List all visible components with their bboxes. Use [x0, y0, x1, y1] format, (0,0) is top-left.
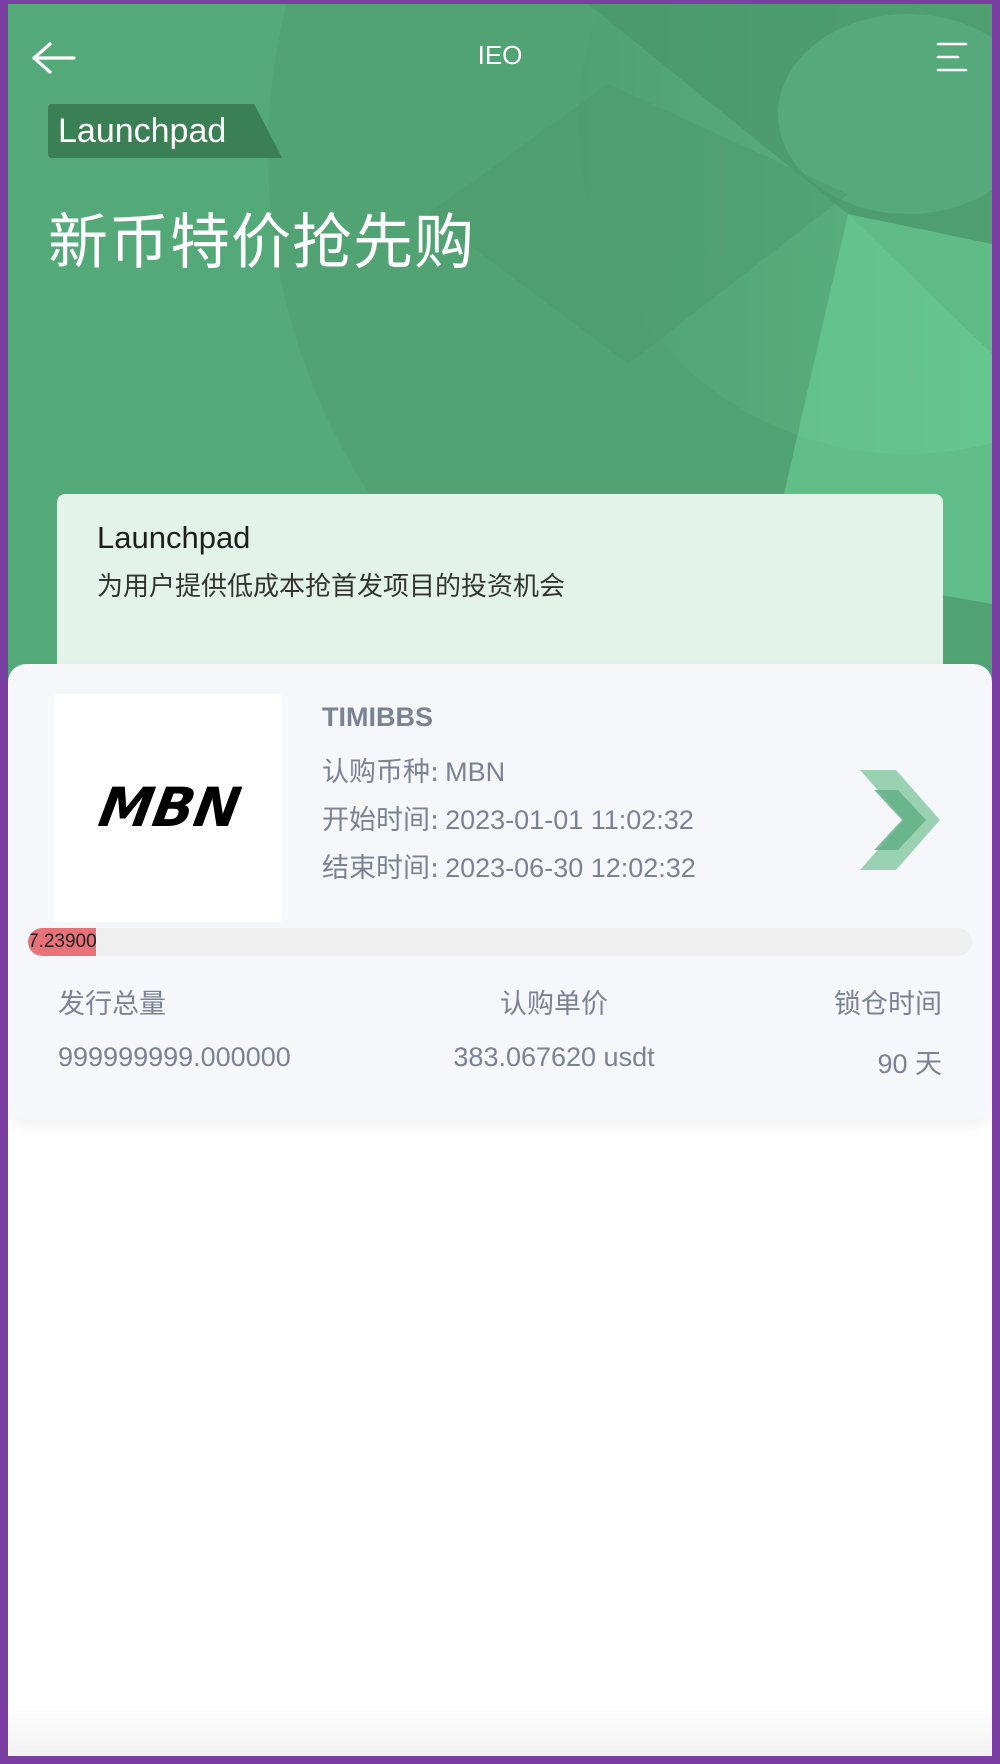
info-row-end-time: 结束时间: 2023-06-30 12:02:32 [322, 846, 696, 885]
info-value: 2023-06-30 12:02:32 [445, 853, 696, 883]
project-logo: MBN [54, 694, 282, 922]
stat-value-lock-period: 90 天 [877, 1049, 942, 1079]
page-title: IEO [477, 40, 523, 70]
info-label: 认购币种: [322, 757, 440, 788]
svg-text:MBN: MBN [94, 775, 245, 839]
mbn-logo-image: MBN [94, 775, 245, 839]
project-name: TIMIBBS [322, 702, 433, 732]
info-value: MBN [445, 757, 506, 787]
launchpad-tag: Launchpad [48, 104, 283, 158]
menu-icon[interactable] [934, 40, 970, 74]
info-label: 开始时间: [322, 805, 440, 836]
progress-text: 7.2390000 [28, 931, 97, 952]
app-screen: IEO Launchpad 新币特价抢先购 Launchpad 为用户提供低成本… [8, 4, 992, 1756]
bottom-edge [8, 1704, 992, 1756]
progress-fill: 7.2390000 [28, 928, 97, 956]
stat-header-unit-price: 认购单价 [500, 989, 608, 1020]
double-chevron-right-icon[interactable] [860, 768, 944, 872]
stat-header-lock-period: 锁仓时间 [834, 989, 942, 1020]
intro-subtitle: 为用户提供低成本抢首发项目的投资机会 [97, 572, 566, 602]
info-row-start-time: 开始时间: 2023-01-01 11:02:32 [322, 798, 694, 837]
info-value: 2023-01-01 11:02:32 [445, 805, 694, 835]
intro-title: Launchpad [97, 520, 251, 555]
stat-value-unit-price: 383.067620 usdt [453, 1042, 655, 1072]
project-card[interactable]: MBN TIMIBBS 认购币种: MBN 开始时间: 2023-01-01 11:… [8, 664, 992, 1120]
info-label: 结束时间: [322, 853, 440, 884]
stat-value-total-supply: 999999999.000000 [58, 1042, 291, 1072]
info-row-currency: 认购币种: MBN [322, 750, 505, 789]
top-bar: IEO [8, 4, 992, 104]
hero-title: 新币特价抢先购 [48, 208, 475, 278]
progress-bar: 7.2390000 [28, 928, 972, 956]
stat-header-total-supply: 发行总量 [58, 989, 166, 1020]
